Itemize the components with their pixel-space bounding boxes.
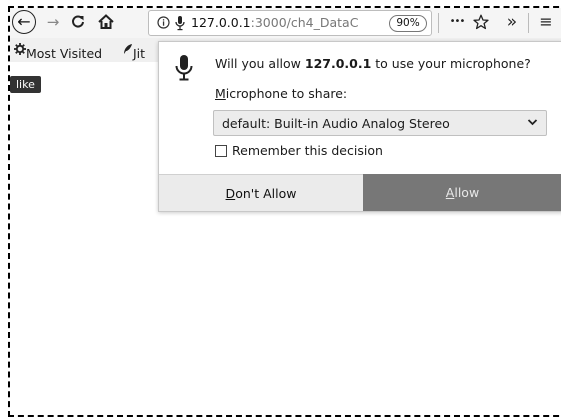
dont-allow-label: on't Allow: [235, 186, 297, 201]
remember-decision-label: Remember this decision: [232, 143, 383, 158]
bookmark-star-button[interactable]: [470, 10, 492, 34]
microphone-share-label: Microphone to share:: [215, 86, 347, 101]
microphone-permission-prompt: Will you allow 127.0.0.1 to use your mic…: [158, 41, 561, 212]
menu-icon: ≡: [539, 12, 553, 31]
bookmark-jit-label: Jit: [133, 46, 146, 61]
microphone-icon[interactable]: [175, 13, 185, 35]
reload-button[interactable]: [66, 10, 90, 34]
info-icon[interactable]: [157, 13, 170, 33]
allow-button[interactable]: Allow: [363, 174, 561, 211]
allow-label: llow: [454, 185, 480, 200]
question-host: 127.0.0.1: [304, 56, 372, 71]
url-bar[interactable]: 127.0.0.1:3000/ch4_DataC 90%: [148, 10, 432, 36]
bookmark-jit[interactable]: Jit: [123, 42, 145, 61]
dont-allow-button[interactable]: Don't Allow: [159, 174, 363, 211]
gear-icon: [14, 43, 26, 55]
microphone-select-value: default: Built-in Audio Analog Stereo: [222, 116, 450, 131]
page-actions-button[interactable]: •••: [444, 10, 470, 34]
bookmark-most-visited-label: Most Visited: [26, 46, 103, 61]
question-suffix: to use your microphone?: [371, 56, 531, 71]
back-button[interactable]: ←: [12, 10, 36, 34]
share-label-rest: icrophone to share:: [225, 86, 348, 101]
back-icon: ←: [17, 12, 31, 31]
overflow-icon: »: [506, 12, 518, 32]
home-icon: [98, 14, 114, 29]
remember-decision-checkbox[interactable]: [215, 144, 227, 157]
microphone-select[interactable]: default: Built-in Audio Analog Stereo: [213, 110, 547, 136]
zoom-badge[interactable]: 90%: [389, 15, 427, 32]
question-prefix: Will you allow: [215, 56, 305, 71]
microphone-large-icon: [175, 54, 193, 85]
home-button[interactable]: [94, 10, 118, 34]
url-path: :3000/ch4_DataC: [250, 15, 359, 30]
remember-decision-checkbox-row[interactable]: Remember this decision: [215, 143, 383, 158]
permission-question: Will you allow 127.0.0.1 to use your mic…: [215, 56, 531, 71]
feather-icon: [124, 44, 132, 54]
chevron-down-icon: [527, 119, 538, 126]
navigation-toolbar: ← → 127.0.0.1:3000/ch4_DataC 90% ••• » ≡: [10, 8, 561, 38]
url-host: 127.0.0.1: [191, 15, 251, 30]
toolbar-divider: [528, 13, 529, 33]
forward-icon: →: [46, 13, 60, 31]
toolbar-divider: [438, 13, 439, 33]
more-icon: •••: [449, 16, 466, 27]
tooltip: like: [10, 76, 41, 93]
share-label-accesskey: M: [215, 86, 226, 101]
bookmark-star-icon: [473, 14, 489, 30]
menu-button[interactable]: ≡: [534, 10, 558, 34]
reload-icon: [72, 15, 84, 28]
forward-button[interactable]: →: [42, 10, 64, 34]
dont-allow-accesskey: D: [225, 186, 236, 201]
url-text[interactable]: 127.0.0.1:3000/ch4_DataC: [191, 15, 358, 30]
bookmark-most-visited[interactable]: Most Visited: [14, 42, 102, 61]
prompt-buttons: Don't Allow Allow: [159, 174, 561, 211]
overflow-button[interactable]: »: [500, 10, 524, 34]
